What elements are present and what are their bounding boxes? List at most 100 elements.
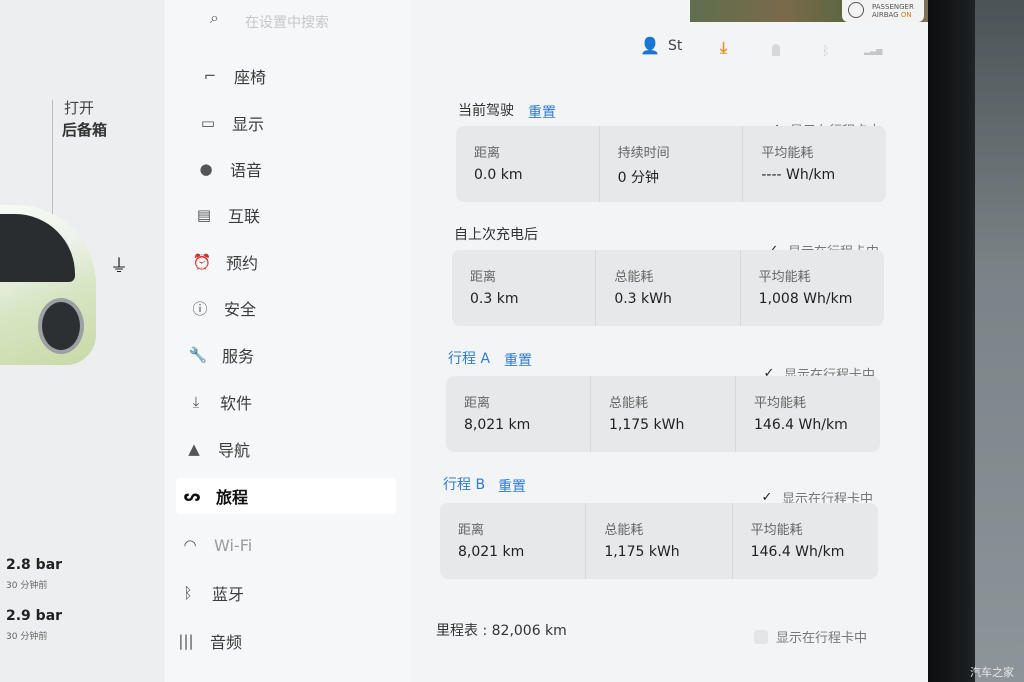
bluetooth-icon[interactable]: ᛒ — [822, 44, 830, 59]
trip-stat-cell: 平均能耗 146.4 Wh/km — [735, 376, 880, 452]
watermark: 汽车之家 — [970, 666, 1014, 679]
checkbox-unchecked-icon[interactable] — [754, 629, 768, 644]
section-title-since-charge: 自上次充电后 — [454, 227, 538, 243]
menu-item-5[interactable]: ⓘ 安全 — [190, 290, 256, 326]
menu-item-11[interactable]: ᛒ 蓝牙 — [178, 575, 244, 611]
menu-item-label: 座椅 — [234, 68, 267, 87]
trip-stat-value: ---- Wh/km — [761, 167, 836, 183]
odometer-value: 82,006 km — [491, 623, 567, 639]
search-icon[interactable]: ⌕ — [210, 8, 219, 28]
trip-stat-cell: 平均能耗 146.4 Wh/km — [731, 503, 878, 579]
tire-pressure-rear: 2.9 bar — [6, 608, 63, 624]
charge-plug-icon[interactable]: ⏚ — [110, 252, 128, 278]
menu-item-1[interactable]: ▭ 显示 — [198, 105, 264, 141]
trip-stat-value: 8,021 km — [458, 544, 525, 560]
seat-icon: ⌐ — [203, 67, 217, 85]
trip-stat-value: 1,175 kWh — [609, 417, 685, 433]
trip-stat-label: 平均能耗 — [758, 270, 811, 285]
car-visualization-panel: 打开 后备箱 ⏚ 2.8 bar 30 分钟前 2.9 bar 30 分钟前 — [0, 0, 165, 682]
menu-item-label: 语音 — [230, 161, 263, 180]
trip-stats-card-since-charge: 距离 0.3 km 总能耗 0.3 kWh 平均能耗 1,008 Wh/km — [452, 250, 884, 326]
airbag-line2: AIRBAG — [872, 11, 899, 19]
menu-item-label: 服务 — [222, 347, 255, 366]
trip-stat-label: 平均能耗 — [750, 523, 803, 538]
section-title-trip-b: 行程 B — [443, 477, 486, 493]
tire-pressure-front: 2.8 bar — [6, 557, 63, 573]
menu-item-2[interactable]: ● 语音 — [196, 151, 262, 187]
trips-icon: ᔕ — [183, 487, 201, 505]
show-in-card-label: 显示在行程卡中 — [776, 631, 868, 646]
menu-item-9[interactable]: ᔕ 旅程 — [176, 478, 396, 514]
reset-button-current[interactable]: 重置 — [528, 102, 556, 122]
notification-bell-icon[interactable] — [772, 44, 780, 56]
menu-item-label: 预约 — [226, 254, 259, 273]
trip-stat-value: 0.3 kWh — [614, 291, 672, 307]
trip-stat-value: 0 分钟 — [617, 170, 660, 186]
trip-stat-label: 总能耗 — [604, 523, 644, 538]
passenger-airbag-indicator: PASSENGER AIRBAG ON — [842, 0, 924, 22]
navigation-icon: ▲ — [188, 440, 200, 458]
menu-item-label: 导航 — [218, 441, 251, 460]
odometer: 里程表 : 82,006 km — [436, 620, 567, 640]
trip-stats-card-current: 距离 0.0 km 持续时间 0 分钟 平均能耗 ---- Wh/km — [456, 126, 886, 202]
section-title-current: 当前驾驶 — [458, 103, 514, 119]
trip-stat-label: 平均能耗 — [754, 396, 807, 411]
trip-stat-value: 0.3 km — [470, 291, 519, 307]
menu-item-0[interactable]: ⌐ 座椅 — [200, 58, 266, 94]
trip-stat-cell: 距离 8,021 km — [446, 376, 590, 452]
user-profile-name[interactable]: St — [668, 38, 682, 54]
menu-item-label: Wi-Fi — [214, 535, 253, 555]
tire-pressure-rear-time: 30 分钟前 — [6, 632, 48, 642]
trip-stat-label: 总能耗 — [609, 396, 649, 411]
trunk-indicator-line — [52, 100, 53, 218]
audio-icon: ||| — [178, 632, 194, 650]
trip-stat-value: 0.0 km — [474, 167, 523, 183]
trip-stat-value: 146.4 Wh/km — [750, 544, 845, 560]
trip-stats-card-trip-b: 距离 8,021 km 总能耗 1,175 kWh 平均能耗 146.4 Wh/km — [440, 503, 878, 579]
trip-stat-cell: 总能耗 0.3 kWh — [595, 250, 739, 326]
microphone-icon: ● — [199, 160, 213, 178]
menu-item-12[interactable]: ||| 音频 — [176, 623, 242, 659]
menu-item-10[interactable]: ◠ Wi-Fi — [180, 527, 252, 563]
airbag-icon — [848, 2, 864, 18]
menu-item-8[interactable]: ▲ 导航 — [184, 431, 250, 467]
trip-stat-cell: 距离 0.3 km — [452, 250, 595, 326]
menu-item-label: 软件 — [220, 394, 253, 413]
trip-stat-cell: 距离 8,021 km — [440, 503, 585, 579]
odometer-label: 里程表 : — [436, 623, 488, 639]
menu-item-label: 安全 — [224, 300, 257, 319]
trip-stat-cell: 总能耗 1,175 kWh — [585, 503, 731, 579]
connectivity-icon: ▤ — [196, 206, 212, 224]
menu-item-6[interactable]: 🔧 服务 — [188, 337, 254, 373]
user-profile-icon[interactable]: 👤 — [640, 36, 660, 55]
tire-pressure-front-time: 30 分钟前 — [6, 581, 48, 591]
wifi-icon: ◠ — [183, 536, 197, 554]
reset-button-trip-a[interactable]: 重置 — [504, 350, 532, 370]
trunk-label[interactable]: 后备箱 — [62, 119, 107, 140]
menu-item-label: 互联 — [228, 207, 261, 226]
alarm-clock-icon: ⏰ — [192, 253, 212, 271]
menu-item-label: 蓝牙 — [212, 585, 245, 604]
lte-signal-icon: ▂▃▅ — [864, 46, 883, 55]
search-input[interactable]: 在设置中搜索 — [245, 12, 329, 32]
trip-stat-label: 距离 — [458, 523, 485, 538]
menu-item-label: 旅程 — [216, 488, 249, 507]
trip-stat-cell: 平均能耗 1,008 Wh/km — [739, 250, 884, 326]
odometer-show-checkbox[interactable]: 显示在行程卡中 — [754, 627, 867, 646]
trip-stat-label: 持续时间 — [617, 146, 670, 161]
menu-item-4[interactable]: ⏰ 预约 — [192, 244, 258, 280]
download-icon[interactable]: ⤓ — [720, 38, 727, 58]
trip-stat-cell: 平均能耗 ---- Wh/km — [742, 126, 886, 202]
reset-button-trip-b[interactable]: 重置 — [498, 476, 526, 496]
menu-item-7[interactable]: ⤓ 软件 — [186, 384, 252, 420]
menu-item-3[interactable]: ▤ 互联 — [194, 197, 260, 233]
trunk-open-action[interactable]: 打开 — [64, 97, 94, 118]
airbag-line1: PASSENGER — [872, 3, 914, 11]
trip-stat-label: 总能耗 — [614, 270, 654, 285]
car-wheel — [38, 298, 84, 354]
trip-stat-cell: 距离 0.0 km — [456, 126, 599, 202]
trip-stat-cell: 总能耗 1,175 kWh — [590, 376, 735, 452]
safety-icon: ⓘ — [192, 299, 208, 318]
trip-stat-label: 距离 — [464, 396, 491, 411]
download-icon: ⤓ — [192, 393, 200, 411]
